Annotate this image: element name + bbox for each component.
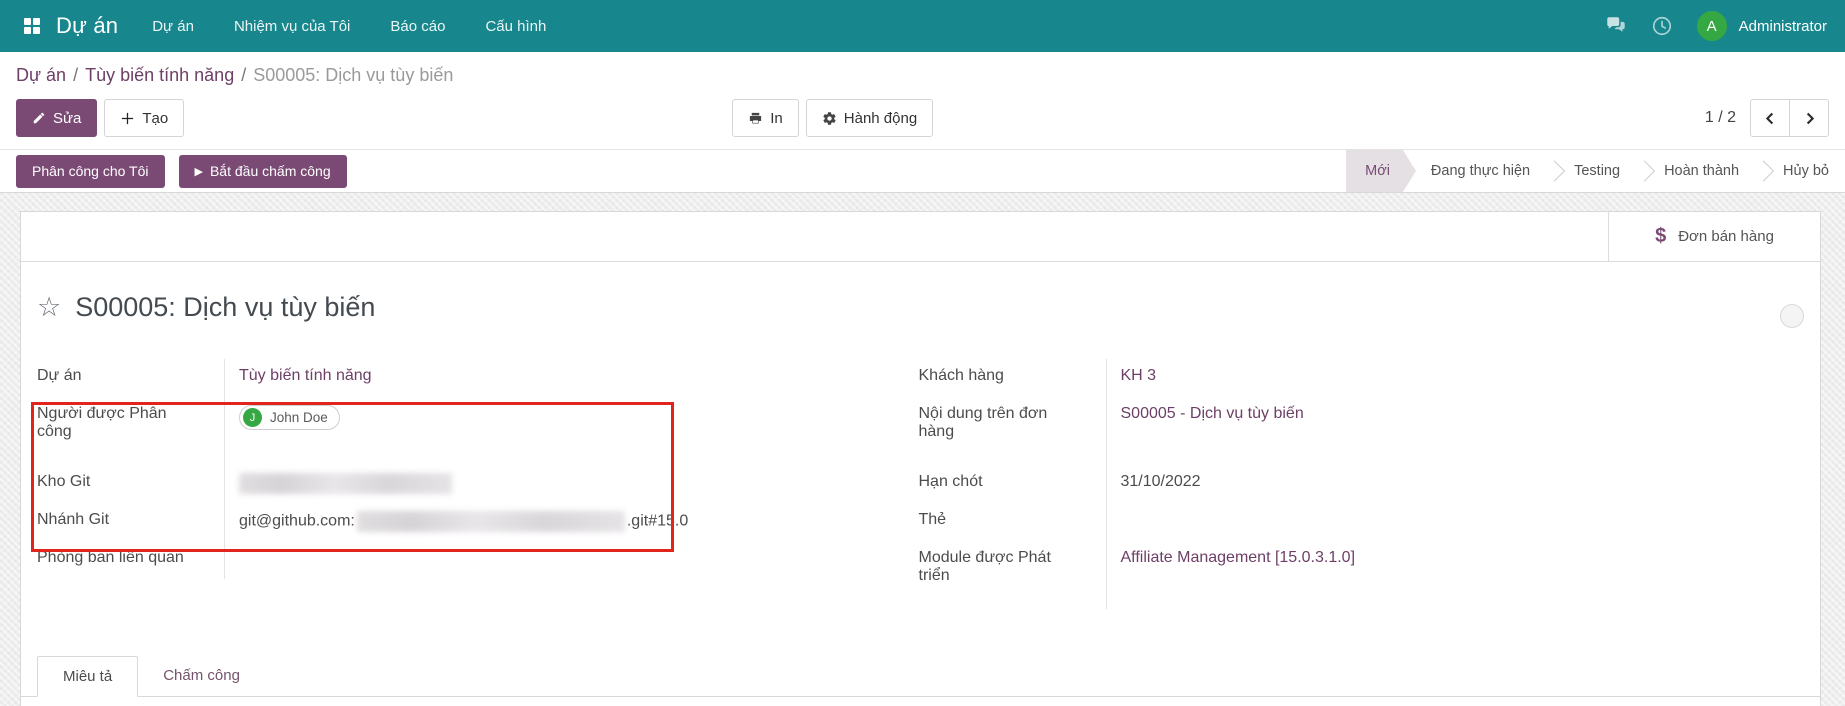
breadcrumb-current: S00005: Dịch vụ tùy biến: [253, 65, 453, 85]
field-column-right: Khách hàng KH 3 Nội dung trên đơn hàng S…: [919, 359, 1781, 609]
pager: 1 / 2: [1705, 99, 1829, 137]
empty-value[interactable]: [1106, 503, 1781, 541]
content-area: $ Đơn bán hàng ☆ S00005: Dịch vụ tùy biế…: [0, 193, 1845, 706]
field-label: Hạn chót: [919, 465, 1106, 503]
assignee-tag[interactable]: J John Doe: [239, 405, 340, 430]
sale-order-smart-button[interactable]: $ Đơn bán hàng: [1608, 212, 1820, 261]
button-row: Sửa Tạo In Hành động 1 / 2: [0, 99, 1845, 137]
action-button[interactable]: Hành động: [806, 99, 933, 137]
customer-link[interactable]: KH 3: [1121, 367, 1157, 384]
stage-separator: [1545, 150, 1559, 192]
field-label: Kho Git: [37, 465, 224, 503]
gear-icon: [822, 111, 837, 126]
form-sheet: $ Đơn bán hàng ☆ S00005: Dịch vụ tùy biế…: [20, 211, 1821, 706]
user-name[interactable]: Administrator: [1739, 18, 1827, 35]
status-circle-icon: [1780, 304, 1804, 328]
nav-item-cau-hinh[interactable]: Cấu hình: [485, 18, 546, 35]
pencil-icon: [32, 111, 46, 125]
field-grid: Dự án Tùy biến tính năng Người được Phân…: [21, 359, 1820, 609]
assign-to-me-button[interactable]: Phân công cho Tôi: [16, 155, 165, 188]
activity-clock-icon[interactable]: [1651, 15, 1673, 37]
record-title: S00005: Dịch vụ tùy biến: [75, 292, 375, 323]
play-icon: ▶: [195, 165, 203, 178]
print-button[interactable]: In: [732, 99, 799, 137]
breadcrumb-link-project[interactable]: Tùy biến tính năng: [85, 65, 234, 85]
field-row-sale-line: Nội dung trên đơn hàng S00005 - Dịch vụ …: [919, 397, 1781, 465]
tab-timesheets[interactable]: Chấm công: [138, 656, 265, 697]
field-row-department: Phòng ban liên quan: [37, 541, 899, 579]
stage-pipeline: Mới Đang thực hiện Testing Hoàn thành Hủ…: [1346, 150, 1845, 192]
create-button[interactable]: Tạo: [104, 99, 184, 137]
breadcrumb: Dự án / Tùy biến tính năng / S00005: Dịch vụ…: [0, 52, 1845, 95]
project-link[interactable]: Tùy biến tính năng: [239, 367, 372, 384]
breadcrumb-link-projects[interactable]: Dự án: [16, 65, 66, 85]
favorite-star-icon[interactable]: ☆: [37, 294, 61, 321]
redacted-value: [239, 473, 452, 494]
field-row-module: Module được Phát triển Affiliate Managem…: [919, 541, 1781, 609]
field-row-customer: Khách hàng KH 3: [919, 359, 1781, 397]
notebook-tabs: Miêu tả Chấm công: [21, 655, 1820, 697]
field-column-left: Dự án Tùy biến tính năng Người được Phân…: [37, 359, 899, 609]
nav-item-du-an[interactable]: Dự án: [152, 18, 194, 35]
main-menu: Dự án Nhiệm vụ của Tôi Báo cáo Cấu hình: [152, 18, 546, 35]
edit-button[interactable]: Sửa: [16, 99, 97, 137]
field-label: Người được Phân công: [37, 397, 224, 465]
chevron-right-icon: [1802, 111, 1817, 126]
field-label: Thẻ: [919, 503, 1106, 541]
plus-icon: [120, 111, 135, 126]
pager-previous-button[interactable]: [1750, 99, 1790, 137]
stage-dang-thuc-hien[interactable]: Đang thực hiện: [1416, 150, 1545, 192]
printer-icon: [748, 111, 763, 126]
assignee-avatar: J: [243, 408, 262, 427]
chevron-left-icon: [1763, 111, 1778, 126]
stage-moi[interactable]: Mới: [1346, 150, 1416, 192]
redacted-value: [357, 511, 625, 532]
start-timesheet-button[interactable]: ▶ Bắt đầu chấm công: [179, 155, 347, 188]
pager-next-button[interactable]: [1789, 99, 1829, 137]
stage-hoan-thanh[interactable]: Hoàn thành: [1649, 150, 1754, 192]
field-label: Khách hàng: [919, 359, 1106, 397]
field-label: Phòng ban liên quan: [37, 541, 224, 579]
apps-grid-icon[interactable]: [24, 18, 40, 34]
field-row-project: Dự án Tùy biến tính năng: [37, 359, 899, 397]
form-statusbar: Phân công cho Tôi ▶ Bắt đầu chấm công Mớ…: [0, 149, 1845, 193]
stage-separator: [1635, 150, 1649, 192]
field-row-git-branch: Nhánh Git git@github.com:.git#15.0: [37, 503, 899, 541]
field-label: Nội dung trên đơn hàng: [919, 397, 1106, 465]
field-label: Nhánh Git: [37, 503, 224, 541]
top-navbar: Dự án Dự án Nhiệm vụ của Tôi Báo cáo Cấu…: [0, 0, 1845, 52]
smart-button-box: $ Đơn bán hàng: [21, 212, 1820, 262]
stage-testing[interactable]: Testing: [1559, 150, 1635, 192]
deadline-value[interactable]: 31/10/2022: [1106, 465, 1781, 503]
field-label: Module được Phát triển: [919, 541, 1106, 609]
sale-line-link[interactable]: S00005 - Dịch vụ tùy biến: [1121, 405, 1304, 422]
messages-icon[interactable]: [1605, 15, 1627, 37]
nav-item-bao-cao[interactable]: Báo cáo: [390, 18, 445, 35]
stage-separator: [1754, 150, 1768, 192]
field-label: Dự án: [37, 359, 224, 397]
dollar-icon: $: [1655, 225, 1666, 248]
nav-item-nhiem-vu[interactable]: Nhiệm vụ của Tôi: [234, 18, 350, 35]
control-panel: Dự án / Tùy biến tính năng / S00005: Dịch vụ…: [0, 52, 1845, 193]
git-branch-value: git@github.com:.git#15.0: [224, 503, 899, 541]
field-row-tags: Thẻ: [919, 503, 1781, 541]
user-avatar[interactable]: A: [1697, 11, 1727, 41]
breadcrumb-separator: /: [241, 65, 246, 85]
pager-count: 1 / 2: [1705, 109, 1736, 127]
tab-description[interactable]: Miêu tả: [37, 656, 138, 697]
breadcrumb-separator: /: [73, 65, 78, 85]
field-row-assignee: Người được Phân công J John Doe: [37, 397, 899, 465]
stage-huy-bo[interactable]: Hủy bỏ: [1768, 150, 1831, 192]
field-row-deadline: Hạn chót 31/10/2022: [919, 465, 1781, 503]
app-brand[interactable]: Dự án: [56, 13, 118, 39]
empty-value[interactable]: [224, 541, 899, 579]
module-link[interactable]: Affiliate Management [15.0.3.1.0]: [1121, 549, 1356, 566]
field-row-git-repo: Kho Git: [37, 465, 899, 503]
